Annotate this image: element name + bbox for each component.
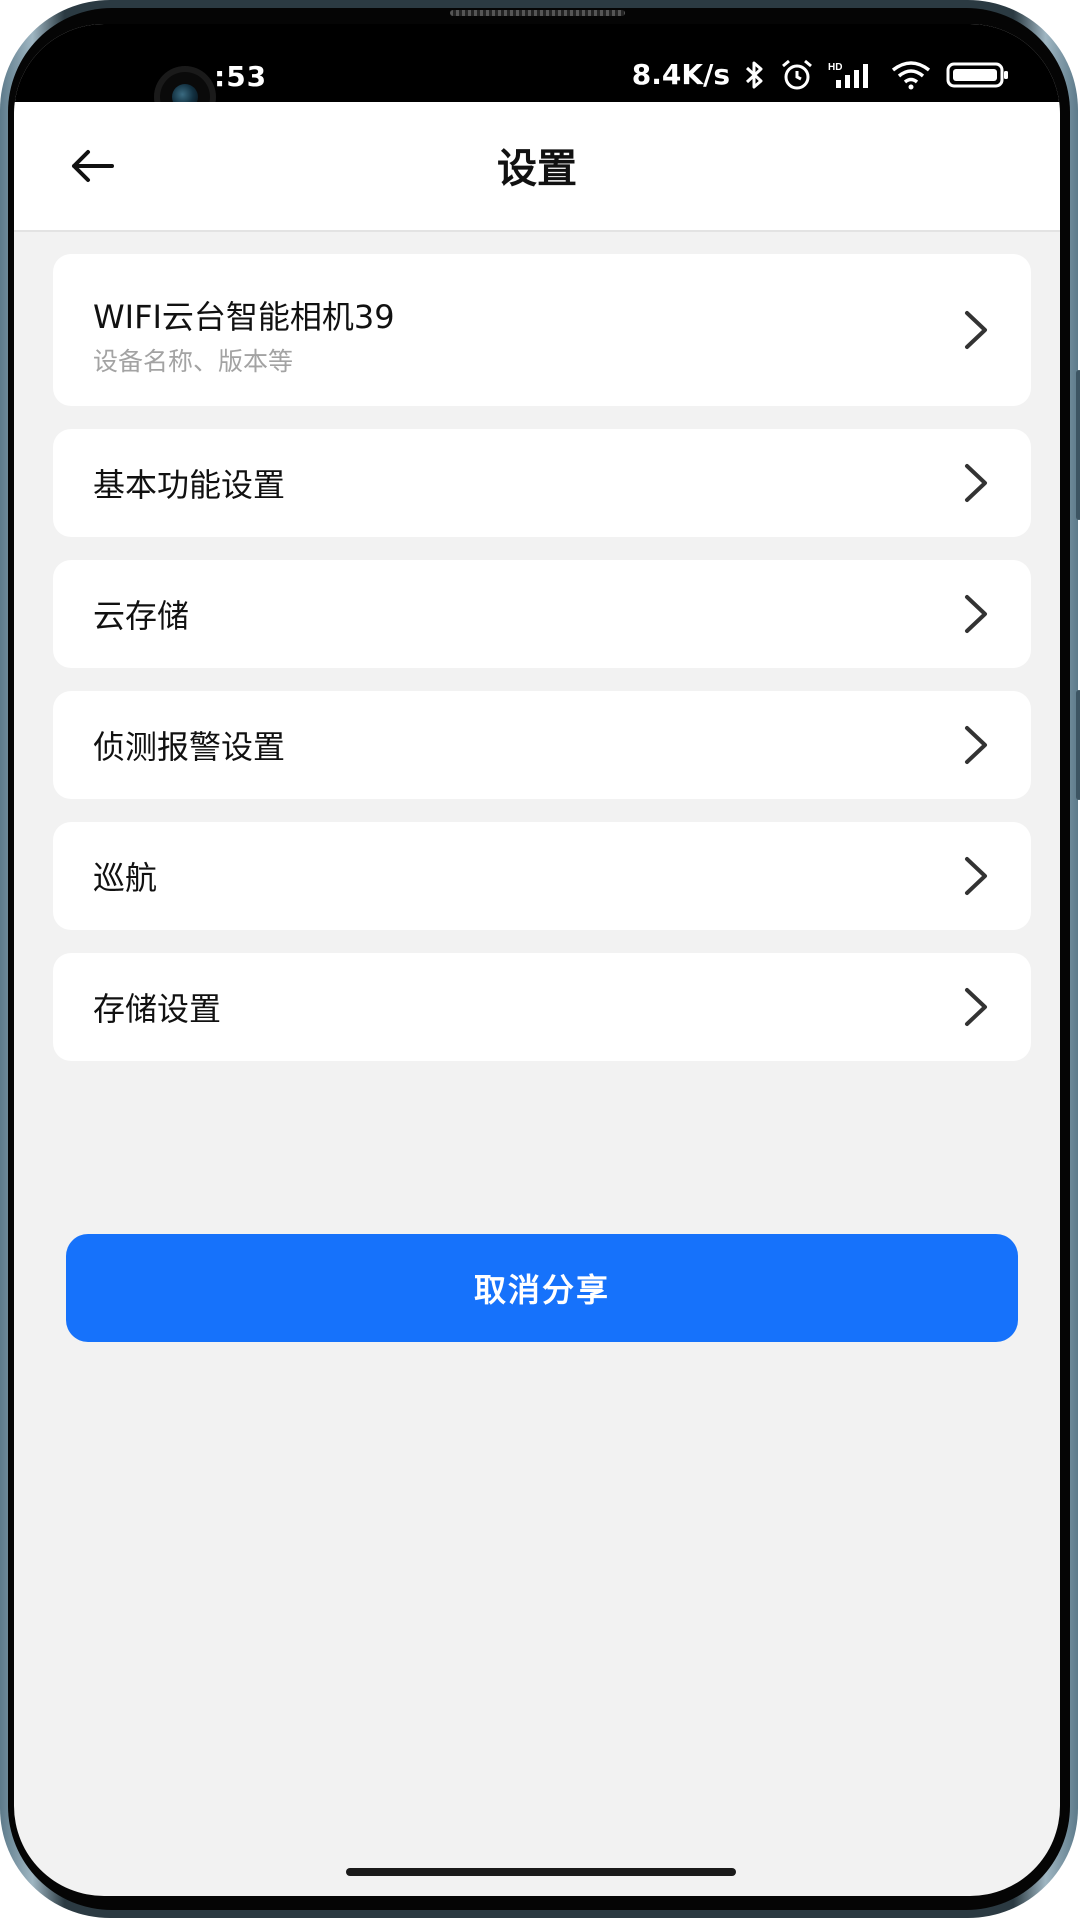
volume-button [1076,370,1080,520]
device-info-card[interactable]: WIFI云台智能相机39 设备名称、版本等 [53,254,1031,406]
network-speed: 8.4K/s [631,58,730,91]
bluetooth-icon [744,60,766,90]
home-indicator[interactable] [346,1868,736,1876]
cancel-share-button[interactable]: 取消分享 [66,1234,1018,1342]
menu-item-label: 侦测报警设置 [93,728,286,766]
menu-item-label: 云存储 [93,597,190,635]
page-title: 设置 [497,146,577,192]
svg-text:HD: HD [828,62,842,73]
hd-signal-icon: HD [828,60,876,90]
screen: :53 8.4K/s HD 设置 WIFI云台智能相机39 设备名称、版本等 基… [14,24,1060,1896]
device-name: WIFI云台智能相机39 [93,298,395,336]
chevron-right-icon [965,595,987,633]
power-button [1076,690,1080,800]
device-subtitle: 设备名称、版本等 [93,347,294,376]
menu-item-label: 存储设置 [93,990,222,1028]
alarm-icon [780,59,814,91]
menu-item-detection-alarm[interactable]: 侦测报警设置 [53,691,1031,799]
battery-icon [946,61,1010,89]
chevron-right-icon [965,726,987,764]
menu-item-basic-settings[interactable]: 基本功能设置 [53,429,1031,537]
chevron-right-icon [965,857,987,895]
menu-item-cloud-storage[interactable]: 云存储 [53,560,1031,668]
chevron-right-icon [965,464,987,502]
menu-item-storage-settings[interactable]: 存储设置 [53,953,1031,1061]
wifi-icon [890,60,932,90]
status-icons: 8.4K/s HD [632,58,1010,91]
menu-item-cruise[interactable]: 巡航 [53,822,1031,930]
menu-item-label: 巡航 [93,859,158,897]
chevron-right-icon [965,311,987,349]
menu-item-label: 基本功能设置 [93,466,286,504]
chevron-right-icon [965,988,987,1026]
speaker-grille [450,10,625,16]
status-time: :53 [214,60,268,93]
app-header: 设置 [14,102,1060,232]
